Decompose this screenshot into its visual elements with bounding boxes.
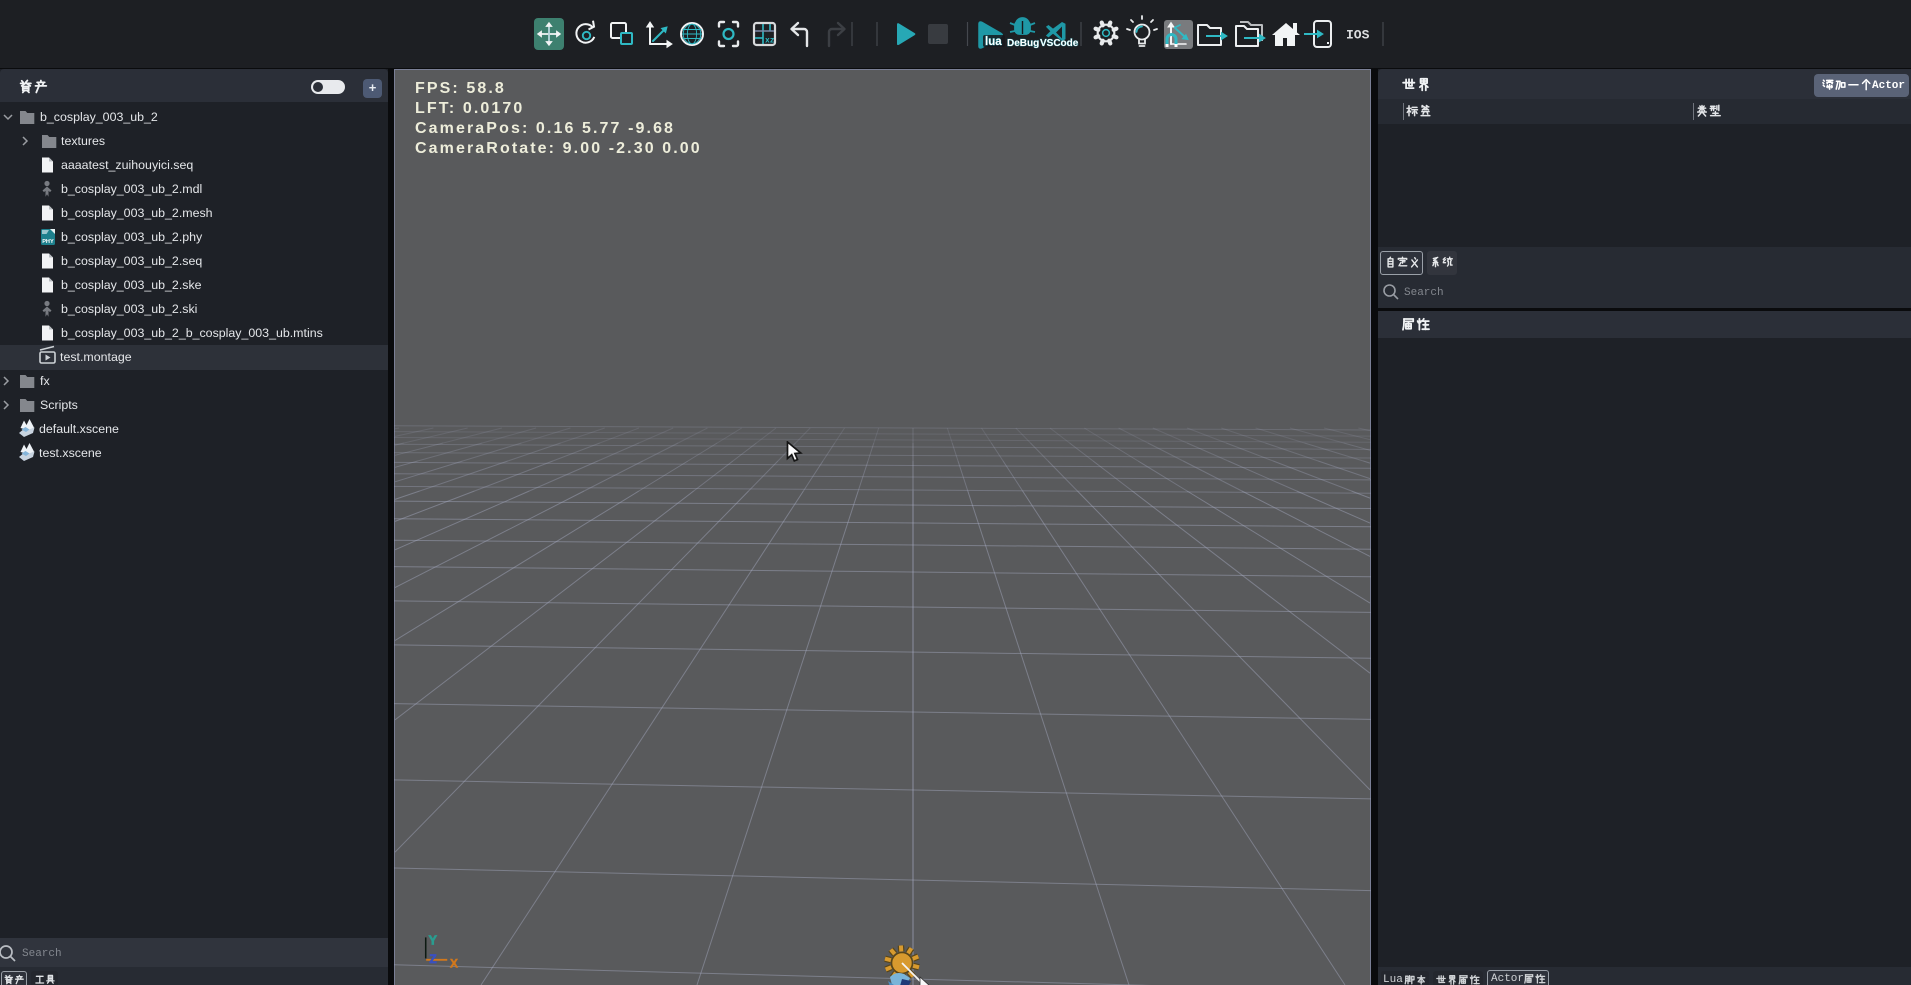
svg-text:Z: Z [429,952,436,966]
svg-text:IOS: IOS [1346,28,1370,43]
svg-text:xz: xz [765,37,775,46]
svg-text:Y: Y [428,933,437,948]
svg-text:PHY: PHY [42,239,54,245]
svg-text:X: X [450,957,458,971]
svg-text:DeBug: DeBug [1007,38,1039,49]
svg-text:VSCode: VSCode [1040,38,1079,49]
svg-text:lua: lua [985,36,1002,48]
